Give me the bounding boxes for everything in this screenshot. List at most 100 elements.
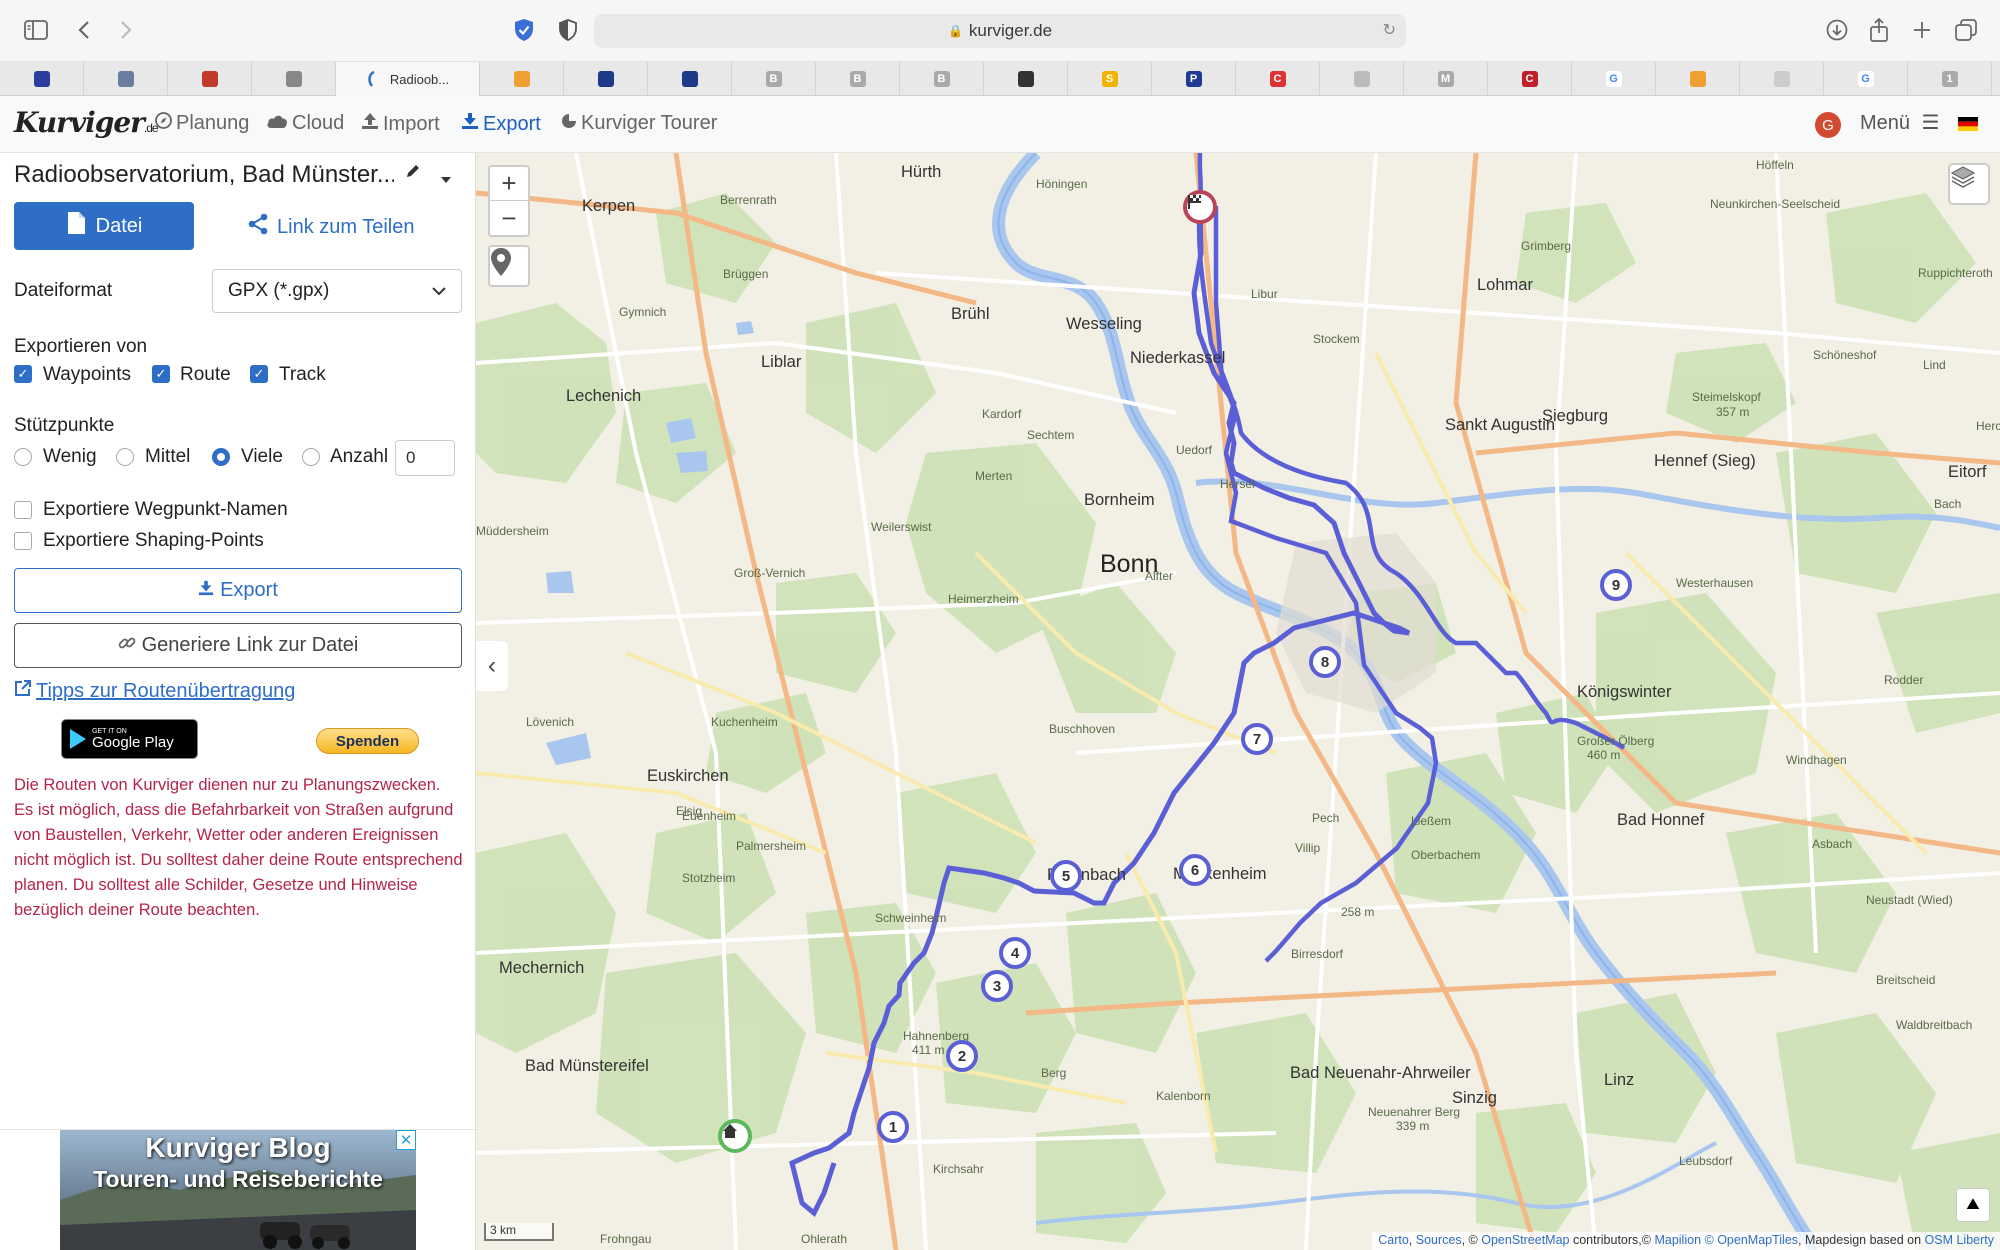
menu-button[interactable]: Menü ☰ [1860,110,1940,135]
tab-6[interactable] [564,62,648,96]
nav-planung[interactable]: Planung [155,112,249,135]
attrib-osm-liberty[interactable]: OSM Liberty [1925,1233,1994,1247]
attrib-sources[interactable]: Sources [1416,1233,1462,1247]
blog-ad-banner[interactable]: Kurviger Blog Touren- und Reiseberichte [60,1130,416,1250]
ad-close-icon[interactable]: ✕ [396,1130,416,1150]
share-icon[interactable] [1863,14,1895,46]
tab-12[interactable]: S [1068,62,1152,96]
waypoint-marker-7[interactable]: 7 [1241,723,1273,755]
tab-20[interactable] [1740,62,1824,96]
attrib-carto[interactable]: Carto [1378,1233,1409,1247]
address-bar[interactable]: 🔒 kurviger.de ↻ [594,14,1406,48]
layers-icon[interactable] [1948,163,1990,205]
share-link[interactable]: Link zum Teilen [247,213,414,241]
tab-3[interactable] [252,62,336,96]
tab-5[interactable] [480,62,564,96]
tab-15[interactable] [1320,62,1404,96]
donate-button[interactable]: Spenden [316,728,419,754]
tab-9[interactable]: B [816,62,900,96]
waypoint-marker-5[interactable]: 5 [1050,860,1082,892]
tips-link-label: Tipps zur Routenübertragung [36,679,296,702]
attrib-mapilion[interactable]: Mapilion [1654,1233,1701,1247]
map-view[interactable]: Bonn Hürth Kerpen Brühl Wesseling Niederkasse… [476,153,2000,1250]
tab-favicon-c-icon: C [1269,71,1286,87]
tab-active[interactable]: Radioob... [336,62,480,96]
waypoints-checkbox[interactable]: ✓ [14,365,32,383]
locate-pin-icon[interactable] [488,245,530,287]
tab-19[interactable] [1656,62,1740,96]
tab-favicon-person-icon [1017,71,1034,87]
zoom-out-button[interactable]: − [490,201,528,235]
sidebar-toggle-icon[interactable] [20,14,52,46]
nav-export[interactable]: Export [461,112,541,136]
start-home-marker[interactable] [718,1119,752,1153]
edit-pencil-icon[interactable] [405,163,421,184]
tab-8[interactable]: B [732,62,816,96]
german-flag-icon[interactable] [1958,114,1978,137]
kurviger-logo[interactable]: Kurviger.de [14,106,159,139]
map-label-palmersheim: Palmersheim [736,839,807,853]
file-button[interactable]: Datei [14,202,194,250]
privacy-shield-icon[interactable] [508,14,540,46]
track-checkbox[interactable]: ✓ [250,365,268,383]
route-title[interactable]: Radioobservatorium, Bad Münster... [14,161,394,189]
tips-link[interactable]: Tipps zur Routenübertragung [14,679,295,703]
attrib-osm[interactable]: OpenStreetMap [1481,1233,1569,1247]
waypoint-marker-8[interactable]: 8 [1309,646,1341,678]
tab-14[interactable]: C [1236,62,1320,96]
tab-7[interactable] [648,62,732,96]
nav-cloud[interactable]: Cloud [266,112,344,135]
collapse-sidebar-chevron-icon[interactable]: ‹ [476,641,508,691]
map-label-loevenich: Lövenich [526,715,575,729]
tab-0[interactable] [0,62,84,96]
generate-link-button[interactable]: Generiere Link zur Datei [14,623,462,668]
radio-mittel[interactable] [116,448,134,466]
extension-shield-icon[interactable] [552,14,584,46]
waypoint-marker-3[interactable]: 3 [981,970,1013,1002]
tab-overview-icon[interactable] [1950,14,1982,46]
tab-16[interactable]: M [1404,62,1488,96]
export-waypoint-names-checkbox[interactable] [14,501,32,519]
export-shaping-points-checkbox[interactable] [14,532,32,550]
caret-down-icon[interactable] [441,167,451,188]
map-label-hoeningen: Höningen [1036,177,1088,191]
file-format-select[interactable]: GPX (*.gpx) [212,269,462,313]
google-play-badge[interactable]: GET IT ON Google Play [61,719,198,759]
tab-13[interactable]: P [1152,62,1236,96]
export-button[interactable]: Export [14,568,462,613]
tab-22[interactable]: 1 [1908,62,1992,96]
user-avatar[interactable]: G [1815,112,1841,138]
radio-anzahl[interactable] [302,448,320,466]
waypoint-marker-9[interactable]: 9 [1600,569,1632,601]
map-label-mechernich: Mechernich [499,959,585,977]
back-icon[interactable] [68,14,100,46]
elevation-profile-icon[interactable]: ⛰ [1956,1188,1990,1222]
waypoint-marker-2[interactable]: 2 [946,1040,978,1072]
forward-icon[interactable] [110,14,142,46]
new-tab-icon[interactable] [1906,14,1938,46]
download-icon[interactable] [1821,14,1853,46]
reload-icon[interactable]: ↻ [1383,20,1396,40]
map-label-wachtberg-h: 258 m [1341,905,1375,919]
nav-import[interactable]: Import [361,112,440,136]
waypoint-marker-4[interactable]: 4 [999,937,1031,969]
destination-flag-marker[interactable] [1183,190,1217,224]
waypoint-marker-6[interactable]: 6 [1179,854,1211,886]
nav-kurviger-tourer[interactable]: Kurviger Tourer [561,112,717,135]
tab-2[interactable] [168,62,252,96]
map-label-berg: Berg [1041,1066,1067,1080]
zoom-in-button[interactable]: + [490,167,528,201]
radio-viele[interactable] [212,448,230,466]
tab-18[interactable]: G [1572,62,1656,96]
tab-10[interactable]: B [900,62,984,96]
attrib-omt[interactable]: © OpenMapTiles [1705,1233,1799,1247]
tab-11[interactable] [984,62,1068,96]
waypoint-marker-1[interactable]: 1 [877,1111,909,1143]
route-checkbox[interactable]: ✓ [152,365,170,383]
radio-wenig[interactable] [14,448,32,466]
tab-17[interactable]: C [1488,62,1572,96]
count-input[interactable]: 0 [395,440,455,476]
tab-1[interactable] [84,62,168,96]
share-link-label: Link zum Teilen [277,215,415,238]
tab-21[interactable]: G [1824,62,1908,96]
